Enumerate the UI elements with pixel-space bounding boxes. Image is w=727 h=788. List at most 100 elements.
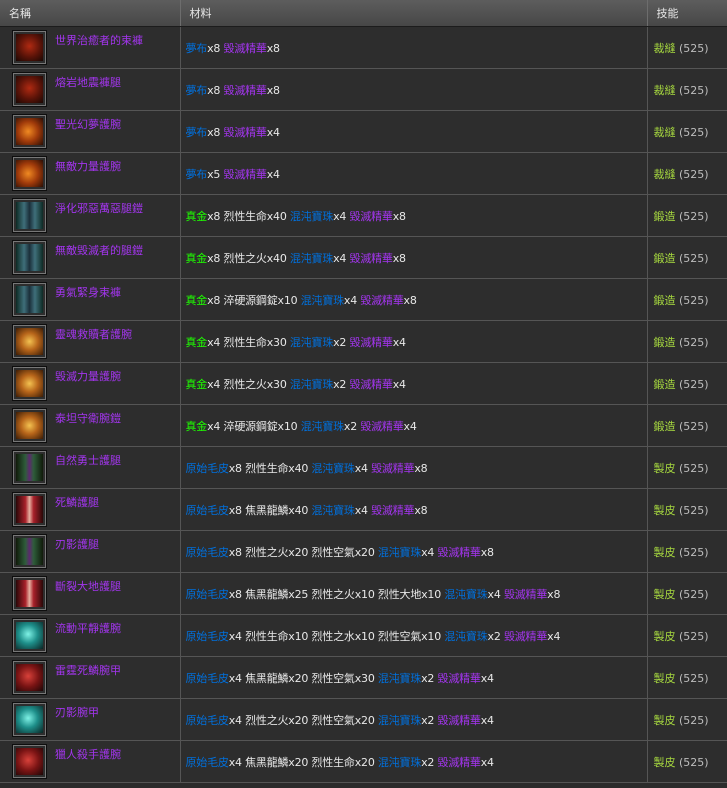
table-row[interactable]: 無敵力量護腕 夢布x5 毀滅精華x4 裁縫 (525) — [0, 152, 727, 195]
item-name-link[interactable]: 死鱗護腿 — [55, 494, 99, 510]
material-part[interactable]: 毀滅精華 — [350, 378, 393, 391]
table-row[interactable]: 自然勇士護腿 原始毛皮x8 烈性生命x40 混沌寶珠x4 毀滅精華x8 製皮 (52… — [0, 446, 727, 489]
column-header-materials[interactable]: 材料 — [180, 0, 648, 27]
material-part[interactable]: 毀滅精華 — [224, 84, 267, 97]
material-part[interactable]: 毀滅精華 — [371, 462, 414, 475]
material-part[interactable]: 混沌寶珠 — [378, 756, 421, 769]
item-name-link[interactable]: 毀滅力量護腕 — [55, 368, 121, 384]
material-part[interactable]: 原始毛皮 — [186, 462, 229, 475]
item-name-link[interactable]: 泰坦守衛腕鎧 — [55, 410, 121, 426]
pants-red-icon[interactable] — [12, 72, 47, 107]
table-row[interactable]: 死鱗護腿 原始毛皮x8 焦黑龍鱗x40 混沌寶珠x4 毀滅精華x8 製皮 (525) — [0, 488, 727, 531]
material-part[interactable]: 原始毛皮 — [186, 504, 229, 517]
material-part[interactable]: 混沌寶珠 — [290, 378, 333, 391]
item-name-link[interactable]: 自然勇士護腿 — [55, 452, 121, 468]
material-part[interactable]: 混沌寶珠 — [444, 630, 487, 643]
table-row[interactable]: 毀滅力量護腕 真金x4 烈性之火x30 混沌寶珠x2 毀滅精華x4 鍛造 (525) — [0, 362, 727, 405]
material-part[interactable]: 真金 — [186, 252, 208, 265]
leggings-leather-green-icon[interactable] — [12, 450, 47, 485]
material-part[interactable]: 毀滅精華 — [360, 294, 403, 307]
table-row[interactable]: 刃影護腿 原始毛皮x8 烈性之火x20 烈性空氣x20 混沌寶珠x4 毀滅精華x8… — [0, 530, 727, 573]
material-part[interactable]: 毀滅精華 — [504, 630, 547, 643]
column-header-skill[interactable]: 技能 — [647, 0, 727, 27]
material-part[interactable]: 夢布 — [186, 168, 208, 181]
table-row[interactable]: 獵人殺手護腕 原始毛皮x4 焦黑龍鱗x20 烈性生命x20 混沌寶珠x2 毀滅精華… — [0, 740, 727, 783]
material-part[interactable]: 毀滅精華 — [504, 588, 547, 601]
material-part[interactable]: 混沌寶珠 — [301, 420, 344, 433]
material-part[interactable]: 夢布 — [186, 126, 208, 139]
material-part[interactable]: 真金 — [186, 210, 208, 223]
item-name-link[interactable]: 刃影腕甲 — [55, 704, 99, 720]
material-part[interactable]: 毀滅精華 — [438, 672, 481, 685]
leggings-leather-red-icon[interactable] — [12, 576, 47, 611]
table-row[interactable]: 雷霆死鱗腕甲 原始毛皮x4 焦黑龍鱗x20 烈性空氣x30 混沌寶珠x2 毀滅精華… — [0, 656, 727, 699]
material-part[interactable]: 毀滅精華 — [224, 126, 267, 139]
material-part[interactable]: 混沌寶珠 — [312, 504, 355, 517]
material-part[interactable]: 毀滅精華 — [224, 42, 267, 55]
material-part[interactable]: 原始毛皮 — [186, 672, 229, 685]
table-row[interactable]: 流動平靜護腕 原始毛皮x4 烈性生命x10 烈性之水x10 烈性空氣x10 混沌寶… — [0, 614, 727, 657]
table-row[interactable]: 斷裂大地護腿 原始毛皮x8 焦黑龍鱗x25 烈性之火x10 烈性大地x10 混沌寶… — [0, 572, 727, 615]
table-row[interactable]: 聖光幻夢護腕 夢布x8 毀滅精華x4 裁縫 (525) — [0, 110, 727, 153]
item-name-link[interactable]: 靈魂救贖者護腕 — [55, 326, 132, 342]
bracer-gold-icon[interactable] — [12, 408, 47, 443]
material-part[interactable]: 原始毛皮 — [186, 630, 229, 643]
table-row[interactable]: 熔岩地震褲腿 夢布x8 毀滅精華x8 裁縫 (525) — [0, 68, 727, 111]
material-part[interactable]: 毀滅精華 — [438, 756, 481, 769]
item-name-link[interactable]: 無敵力量護腕 — [55, 158, 121, 174]
material-part[interactable]: 毀滅精華 — [224, 168, 267, 181]
item-name-link[interactable]: 雷霆死鱗腕甲 — [55, 662, 121, 678]
material-part[interactable]: 夢布 — [186, 42, 208, 55]
table-row[interactable]: 世界治癒者的束褲 夢布x8 毀滅精華x8 裁縫 (525) — [0, 26, 727, 69]
leggings-plate-icon[interactable] — [12, 198, 47, 233]
material-part[interactable]: 夢布 — [186, 84, 208, 97]
bracer-gold-icon[interactable] — [12, 366, 47, 401]
material-part[interactable]: 原始毛皮 — [186, 546, 229, 559]
material-part[interactable]: 混沌寶珠 — [301, 294, 344, 307]
bracer-teal-icon[interactable] — [12, 618, 47, 653]
material-part[interactable]: 原始毛皮 — [186, 756, 229, 769]
bracer-gold-icon[interactable] — [12, 324, 47, 359]
material-part[interactable]: 毀滅精華 — [360, 420, 403, 433]
item-name-link[interactable]: 刃影護腿 — [55, 536, 99, 552]
column-header-name[interactable]: 名稱 — [0, 0, 181, 27]
material-part[interactable]: 毀滅精華 — [371, 504, 414, 517]
leggings-leather-red-icon[interactable] — [12, 492, 47, 527]
bracer-orange-icon[interactable] — [12, 114, 47, 149]
table-row[interactable]: 刃影腕甲 原始毛皮x4 烈性之火x20 烈性空氣x20 混沌寶珠x2 毀滅精華x4… — [0, 698, 727, 741]
leggings-plate-icon[interactable] — [12, 240, 47, 275]
material-part[interactable]: 真金 — [186, 294, 208, 307]
material-part[interactable]: 毀滅精華 — [438, 546, 481, 559]
pants-red-icon[interactable] — [12, 30, 47, 65]
leggings-plate-icon[interactable] — [12, 282, 47, 317]
material-part[interactable]: 原始毛皮 — [186, 714, 229, 727]
table-row[interactable]: 靈魂救贖者護腕 真金x4 烈性生命x30 混沌寶珠x2 毀滅精華x4 鍛造 (525… — [0, 320, 727, 363]
material-part[interactable]: 真金 — [186, 420, 208, 433]
bracer-red-icon[interactable] — [12, 660, 47, 695]
leggings-leather-green-icon[interactable] — [12, 534, 47, 569]
item-name-link[interactable]: 聖光幻夢護腕 — [55, 116, 121, 132]
material-part[interactable]: 混沌寶珠 — [378, 672, 421, 685]
material-part[interactable]: 原始毛皮 — [186, 588, 229, 601]
material-part[interactable]: 毀滅精華 — [350, 336, 393, 349]
material-part[interactable]: 真金 — [186, 336, 208, 349]
material-part[interactable]: 混沌寶珠 — [290, 252, 333, 265]
bracer-red-icon[interactable] — [12, 744, 47, 779]
item-name-link[interactable]: 世界治癒者的束褲 — [55, 32, 143, 48]
material-part[interactable]: 混沌寶珠 — [290, 210, 333, 223]
material-part[interactable]: 毀滅精華 — [438, 714, 481, 727]
bracer-orange-icon[interactable] — [12, 156, 47, 191]
item-name-link[interactable]: 熔岩地震褲腿 — [55, 74, 121, 90]
material-part[interactable]: 混沌寶珠 — [444, 588, 487, 601]
item-name-link[interactable]: 獵人殺手護腕 — [55, 746, 121, 762]
item-name-link[interactable]: 淨化邪惡萬惡腿鎧 — [55, 200, 143, 216]
table-row[interactable]: 淨化邪惡萬惡腿鎧 真金x8 烈性生命x40 混沌寶珠x4 毀滅精華x8 鍛造 (52… — [0, 194, 727, 237]
bracer-teal-icon[interactable] — [12, 702, 47, 737]
material-part[interactable]: 混沌寶珠 — [378, 714, 421, 727]
item-name-link[interactable]: 勇氣緊身束褲 — [55, 284, 121, 300]
material-part[interactable]: 真金 — [186, 378, 208, 391]
material-part[interactable]: 混沌寶珠 — [312, 462, 355, 475]
material-part[interactable]: 混沌寶珠 — [378, 546, 421, 559]
table-row[interactable]: 泰坦守衛腕鎧 真金x4 淬硬源鋼錠x10 混沌寶珠x2 毀滅精華x4 鍛造 (525… — [0, 404, 727, 447]
table-row[interactable]: 無敵毀滅者的腿鎧 真金x8 烈性之火x40 混沌寶珠x4 毀滅精華x8 鍛造 (52… — [0, 236, 727, 279]
